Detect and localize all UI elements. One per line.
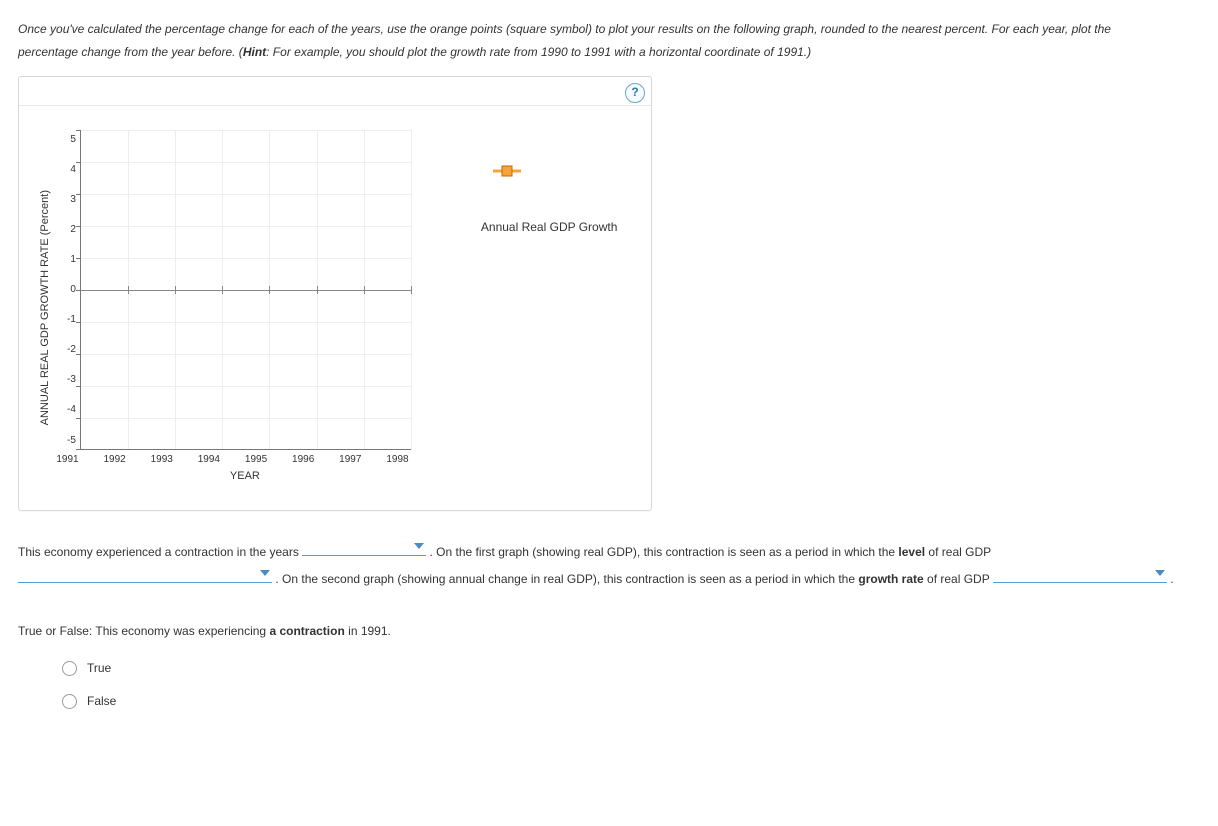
x-tick: 1996: [292, 450, 339, 469]
tf-prompt-a: True or False: This economy was experien…: [18, 624, 269, 638]
tf-prompt-bold: a contraction: [269, 624, 344, 638]
hint-label: Hint: [243, 45, 266, 59]
x-tick: 1994: [198, 450, 245, 469]
x-tick: 1995: [245, 450, 292, 469]
chevron-down-icon: [1155, 570, 1165, 576]
bold-level: level: [898, 545, 925, 559]
x-axis-label: YEAR: [80, 466, 410, 487]
radio-option-false[interactable]: False: [62, 690, 1200, 713]
tf-prompt: True or False: This economy was experien…: [18, 620, 1200, 643]
y-axis-label: ANNUAL REAL GDP GROWTH RATE (Percent): [33, 190, 58, 425]
text-segment: . On the second graph (showing annual ch…: [275, 572, 858, 586]
radio-icon: [62, 694, 77, 709]
instructions-hint-tail: : For example, you should plot the growt…: [266, 45, 811, 59]
chart-legend: Annual Real GDP Growth: [481, 160, 618, 487]
text-segment: .: [1170, 572, 1173, 586]
y-tick: -3: [58, 370, 76, 389]
dropdown-level[interactable]: [18, 566, 272, 583]
true-false-section: True or False: This economy was experien…: [18, 620, 1200, 712]
y-tick: -2: [58, 340, 76, 359]
instructions-text: Once you've calculated the percentage ch…: [18, 18, 1168, 64]
fill-in-paragraph: This economy experienced a contraction i…: [18, 539, 1198, 592]
legend-label: Annual Real GDP Growth: [481, 216, 618, 239]
radio-option-true[interactable]: True: [62, 657, 1200, 680]
chart-card: ? ANNUAL REAL GDP GROWTH RATE (Percent) …: [18, 76, 652, 512]
y-tick: 0: [58, 280, 76, 299]
x-tick: 1998: [386, 450, 433, 469]
radio-label: False: [87, 690, 116, 713]
dropdown-years[interactable]: [302, 539, 426, 556]
y-tick: -1: [58, 310, 76, 329]
chevron-down-icon: [260, 570, 270, 576]
x-tick: 1991: [56, 450, 103, 469]
y-tick: 3: [58, 190, 76, 209]
x-tick: 1992: [103, 450, 150, 469]
text-segment: of real GDP: [924, 572, 993, 586]
x-tick: 1993: [151, 450, 198, 469]
plot-area[interactable]: [80, 130, 411, 450]
y-axis-ticks: 5 4 3 2 1 0 -1 -2 -3 -4 -5: [58, 130, 76, 450]
y-tick: 5: [58, 130, 76, 149]
text-segment: of real GDP: [925, 545, 991, 559]
y-tick: 1: [58, 250, 76, 269]
radio-group: True False: [18, 657, 1200, 713]
text-segment: . On the first graph (showing real GDP),…: [430, 545, 899, 559]
help-icon[interactable]: ?: [625, 83, 645, 103]
radio-label: True: [87, 657, 111, 680]
radio-icon: [62, 661, 77, 676]
chart-body: ANNUAL REAL GDP GROWTH RATE (Percent) 5 …: [19, 106, 651, 511]
x-tick: 1997: [339, 450, 386, 469]
chevron-down-icon: [414, 543, 424, 549]
y-tick: 2: [58, 220, 76, 239]
bold-growth-rate: growth rate: [858, 572, 923, 586]
y-tick: 4: [58, 160, 76, 179]
tf-prompt-b: in 1991.: [345, 624, 391, 638]
chart-toolbar: ?: [19, 77, 651, 106]
zero-axis: [81, 290, 411, 291]
y-tick: -5: [58, 431, 76, 450]
text-segment: This economy experienced a contraction i…: [18, 545, 302, 559]
y-tick: -4: [58, 400, 76, 419]
dropdown-growth-rate[interactable]: [993, 566, 1167, 583]
